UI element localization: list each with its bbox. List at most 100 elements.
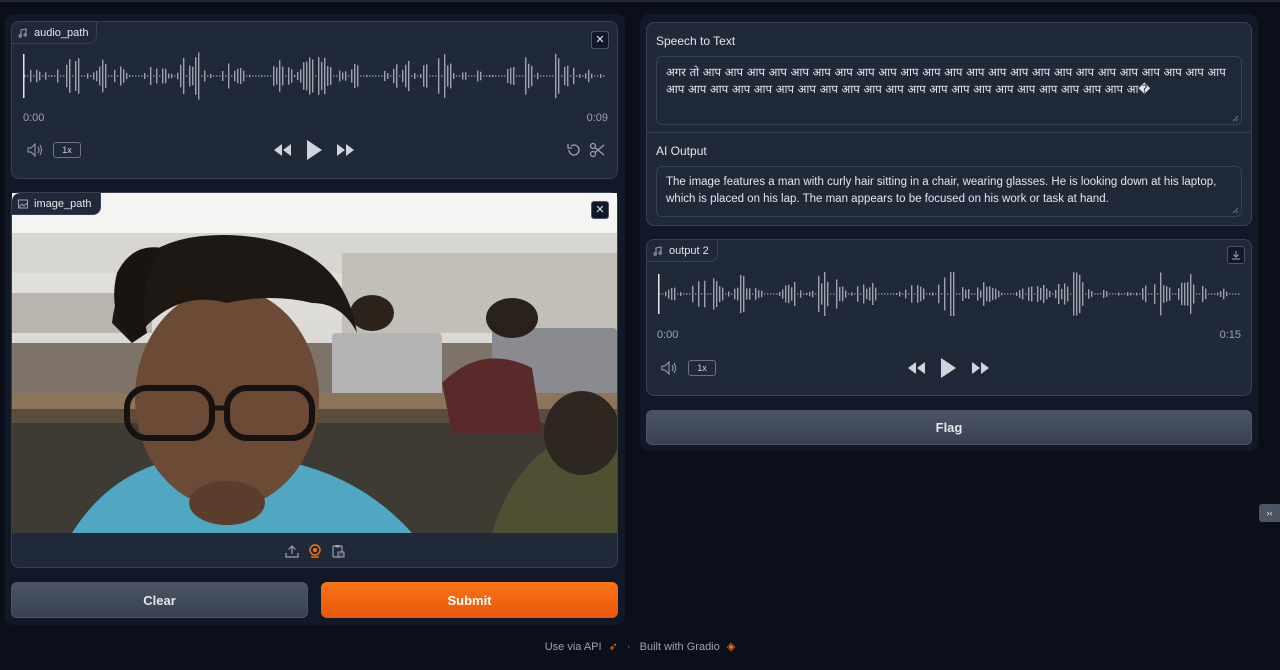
close-icon[interactable]: ✕ [591,31,609,49]
waveform-bar [393,68,395,84]
waveform-bar [1196,293,1198,295]
waveform-bar [986,286,988,302]
audio-input-block: audio_path ✕ 0:00 0:09 1x [11,21,618,179]
waveform-bar [1103,289,1105,299]
waveform-bar [905,289,907,299]
waveform-bar [1169,287,1171,301]
waveform-bar [75,60,77,92]
waveform-bar [372,75,374,77]
waveform-bar [881,293,883,295]
waveform-bar [1034,293,1036,295]
waveform-bar [1220,290,1222,298]
resize-handle-icon[interactable] [1232,115,1239,122]
waveform-bar [402,69,404,83]
waveform-bar [63,75,65,77]
waveform-bar [486,75,488,77]
rewind-icon[interactable] [271,141,293,159]
waveform-bar [153,75,155,77]
waveform-bar [857,286,859,302]
waveform-bar [788,284,790,304]
waveform-bar [764,293,766,295]
waveform-bar [1106,291,1108,297]
waveform-bar [878,293,880,295]
waveform-bar [543,75,545,77]
built-with-gradio-link[interactable]: Built with Gradio [640,641,720,653]
waveform-bar [105,64,107,88]
waveform-bar [291,69,293,83]
waveform-bar [408,60,410,92]
waveform-bar [983,282,985,306]
waveform-bar [1082,282,1084,306]
volume-icon[interactable] [660,359,680,377]
fast-forward-icon[interactable] [970,359,992,377]
flag-button[interactable]: Flag [646,410,1252,445]
waveform-bar [677,293,679,295]
volume-icon[interactable] [26,141,46,159]
resize-handle-icon[interactable] [1232,207,1239,214]
waveform-bar [360,75,362,77]
waveform-bar [579,74,581,78]
waveform-bar [950,272,952,316]
gradio-logo-icon: ◈ [726,641,736,653]
play-icon[interactable] [937,354,959,382]
waveform-bar [276,67,278,85]
waveform-bar [899,291,901,297]
scissors-icon[interactable] [588,141,606,159]
image-input-label-text: image_path [34,197,92,210]
waveform-bar [1007,293,1009,295]
waveform-bar [66,64,68,88]
submit-button[interactable]: Submit [321,582,618,618]
waveform-bar [132,75,134,77]
playhead[interactable] [23,54,25,98]
audio-output-waveform[interactable] [657,272,1243,316]
waveform-bar [1091,291,1093,297]
waveform-bar [1163,285,1165,303]
waveform-bar [809,291,811,297]
waveform-bar [249,74,251,78]
webcam-icon[interactable] [307,543,323,559]
upload-icon[interactable] [284,543,300,559]
speech-to-text-textbox[interactable]: अगर तो आप आप आप आप आप आप आप आप आप आप आप … [656,56,1242,125]
close-icon[interactable]: ✕ [591,201,609,219]
waveform-bar [531,65,533,87]
waveform-bar [1160,272,1162,316]
waveform-bar [483,75,485,77]
waveform-bar [96,70,98,82]
waveform-bar [863,284,865,304]
use-via-api-link[interactable]: Use via API [545,641,602,653]
waveform-bar [363,75,365,77]
waveform-bar [285,75,287,77]
fast-forward-icon[interactable] [335,141,357,159]
playback-speed-button[interactable]: 1x [53,142,81,158]
playback-speed-button[interactable]: 1x [688,360,716,376]
waveform-bar [48,75,50,77]
waveform-bar [1199,293,1201,295]
clear-button[interactable]: Clear [11,582,308,618]
play-icon[interactable] [303,136,325,164]
waveform-bar [1139,293,1141,295]
settings-tab-icon[interactable]: ›‹ [1259,504,1280,522]
undo-icon[interactable] [565,141,583,159]
waveform-bar [603,75,605,77]
waveform-bar [944,277,946,311]
waveform-bar [81,75,83,77]
waveform-bar [1142,288,1144,300]
clipboard-icon[interactable] [330,543,346,559]
image-input-block: image_path ✕ [11,192,618,568]
waveform-bar [830,293,832,295]
waveform-bar [674,287,676,301]
playhead[interactable] [658,274,660,314]
waveform-bar [378,75,380,77]
waveform-bar [1097,293,1099,295]
ai-output-label: AI Output [656,144,707,158]
waveform-bar [597,75,599,77]
waveform-bar [510,67,512,85]
waveform-bar [540,75,542,77]
waveform-bar [1235,293,1237,295]
rewind-icon[interactable] [905,359,927,377]
audio-waveform[interactable] [22,52,608,100]
waveform-bar [495,75,497,77]
waveform-bar [1040,287,1042,301]
ai-output-textbox[interactable]: The image features a man with curly hair… [656,166,1242,217]
download-icon[interactable] [1227,246,1245,264]
